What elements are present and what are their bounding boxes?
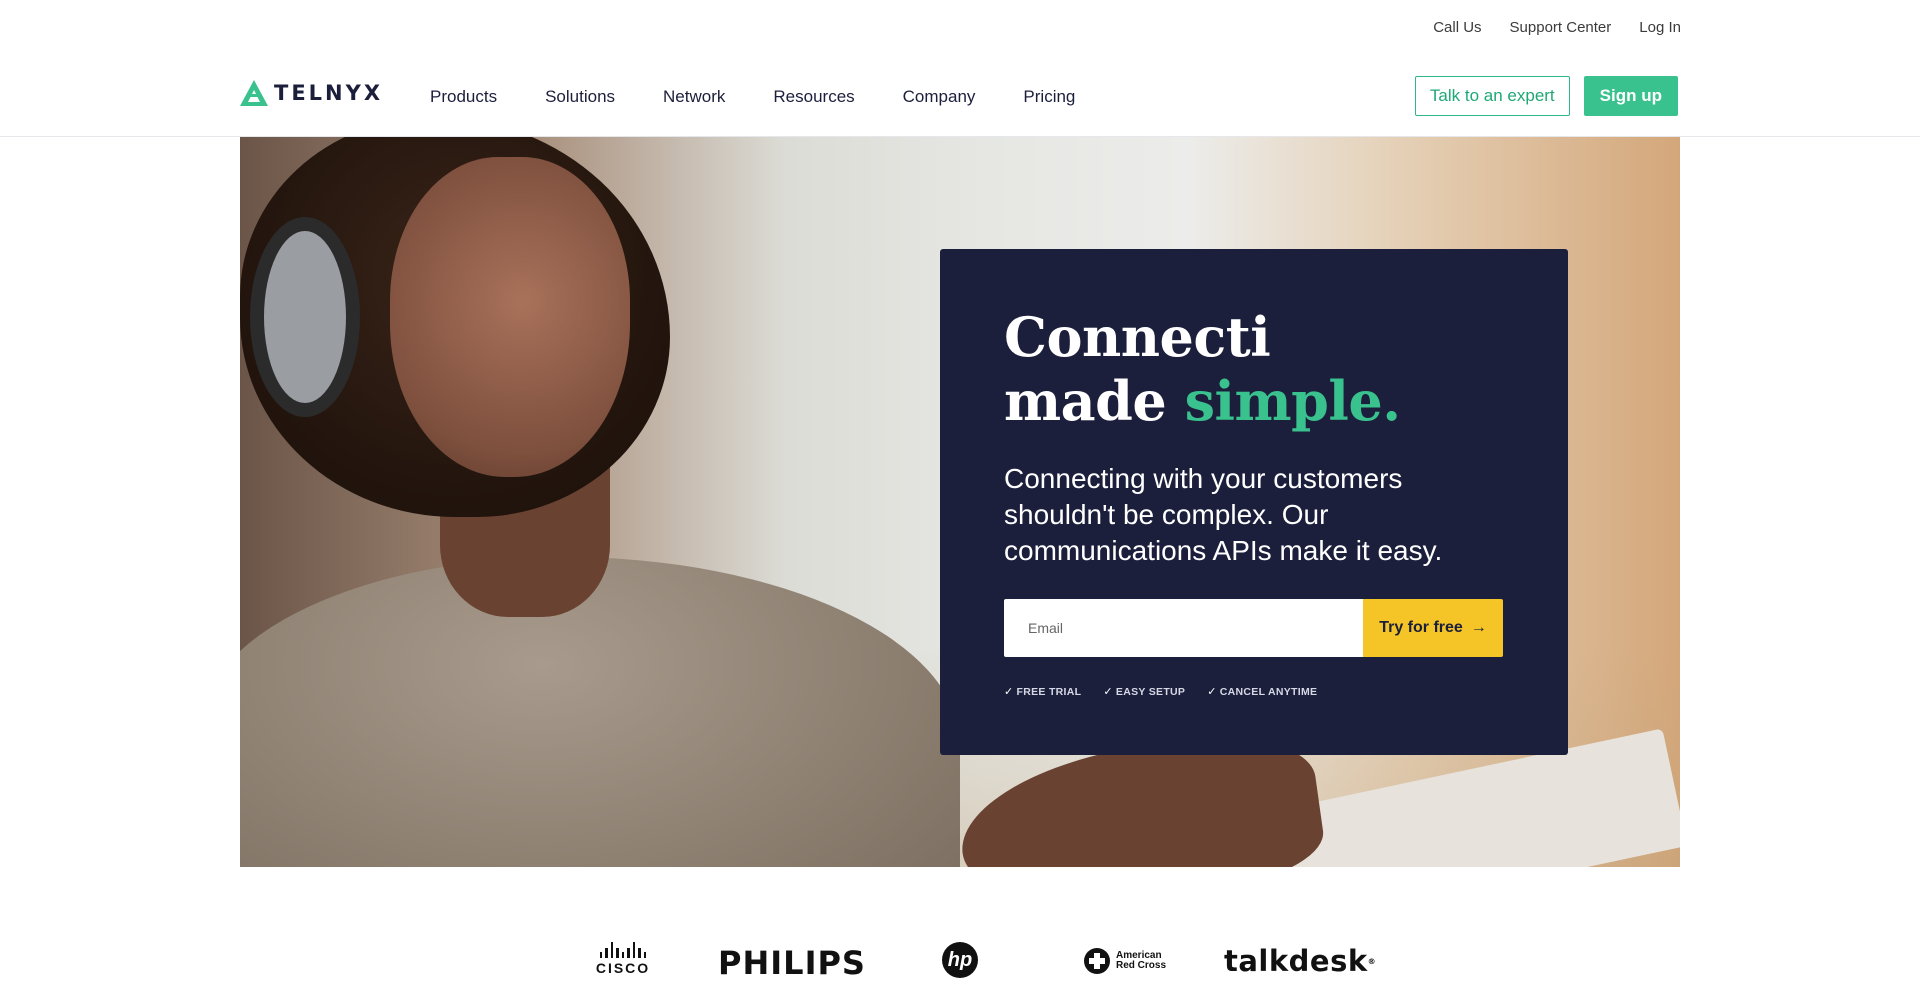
feature-cancel-anytime: ✓ CANCEL ANYTIME <box>1207 685 1318 699</box>
cisco-bars-icon <box>599 942 647 958</box>
cisco-logo: CISCO <box>590 942 656 976</box>
utility-bar: Call Us Support Center Log In <box>0 0 1920 56</box>
nav-products[interactable]: Products <box>430 87 497 107</box>
support-center-link[interactable]: Support Center <box>1510 19 1612 36</box>
call-us-link[interactable]: Call Us <box>1433 19 1481 36</box>
log-in-link[interactable]: Log In <box>1639 19 1681 36</box>
registered-mark-icon: ® <box>1367 956 1377 966</box>
arrow-right-icon: → <box>1470 619 1487 636</box>
check-icon: ✓ <box>1207 686 1217 698</box>
feature-label: EASY SETUP <box>1115 685 1186 698</box>
brand-name: TELNYX <box>274 81 384 105</box>
hero-title: Connecti made simple. <box>1004 305 1401 433</box>
try-for-free-label: Try for free <box>1379 619 1463 636</box>
main-header: TELNYX Products Solutions Network Resour… <box>0 56 1920 137</box>
red-cross-icon <box>1084 948 1110 974</box>
check-icon: ✓ <box>1103 686 1113 698</box>
nav-resources[interactable]: Resources <box>773 87 854 107</box>
utility-links: Call Us Support Center Log In <box>1433 19 1681 36</box>
telnyx-logo-icon <box>240 80 268 106</box>
photo-person-face <box>390 157 630 477</box>
red-cross-line2: Red Cross <box>1116 960 1167 971</box>
hp-logo: hp <box>942 942 978 978</box>
feature-free-trial: ✓ FREE TRIAL <box>1004 685 1082 699</box>
telnyx-logo[interactable]: TELNYX <box>240 80 383 106</box>
talkdesk-wordmark: talkdesk <box>1224 944 1368 978</box>
hero-card: Connecti made simple. Connecting with yo… <box>940 249 1568 755</box>
hero-title-line2-accent: simple. <box>1184 369 1401 433</box>
red-cross-wordmark: American Red Cross <box>1116 951 1166 971</box>
talkdesk-logo: talkdesk ® <box>1224 944 1376 978</box>
try-for-free-button[interactable]: Try for free → <box>1363 599 1503 657</box>
feature-label: FREE TRIAL <box>1016 685 1082 698</box>
feature-label: CANCEL ANYTIME <box>1219 685 1318 698</box>
header-actions: Talk to an expert Sign up <box>1414 76 1678 116</box>
philips-logo: PHILIPS <box>718 944 866 982</box>
photo-headphone <box>250 217 360 417</box>
sign-up-button[interactable]: Sign up <box>1583 76 1678 116</box>
email-input[interactable] <box>1004 599 1363 657</box>
nav-network[interactable]: Network <box>663 87 725 107</box>
customer-logos: CISCO PHILIPS hp American Red Cross talk… <box>590 940 1376 990</box>
talk-to-expert-button[interactable]: Talk to an expert <box>1414 76 1570 116</box>
hero-subtitle: Connecting with your customers shouldn't… <box>1004 463 1443 566</box>
nav-pricing[interactable]: Pricing <box>1023 87 1075 107</box>
feature-easy-setup: ✓ EASY SETUP <box>1103 685 1186 699</box>
nav-company[interactable]: Company <box>903 87 976 107</box>
cisco-wordmark: CISCO <box>595 960 651 976</box>
hero-title-line2-plain: made <box>1004 369 1167 433</box>
hero-section: Connecti made simple. Connecting with yo… <box>240 137 1680 867</box>
signup-form: Try for free → <box>1004 599 1503 657</box>
feature-list: ✓ FREE TRIAL ✓ EASY SETUP ✓ CANCEL ANYTI… <box>1004 685 1318 699</box>
hero-title-line1: Connecti <box>1004 305 1271 369</box>
nav-solutions[interactable]: Solutions <box>545 87 615 107</box>
main-nav: Products Solutions Network Resources Com… <box>430 87 1123 107</box>
american-red-cross-logo: American Red Cross <box>1084 948 1166 974</box>
check-icon: ✓ <box>1004 686 1014 698</box>
